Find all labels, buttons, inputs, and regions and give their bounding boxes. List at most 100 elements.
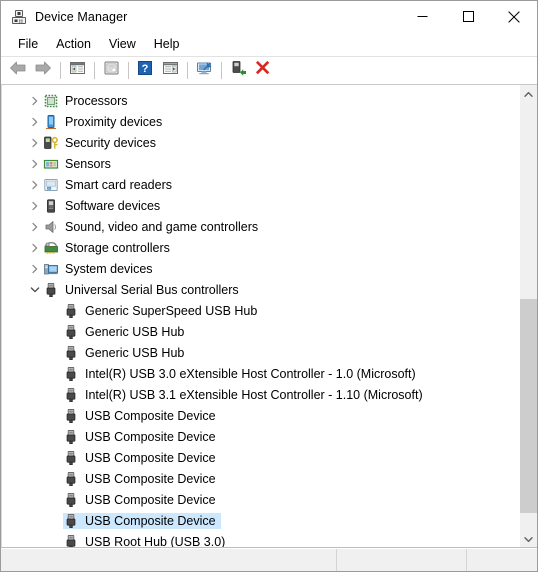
vertical-scrollbar[interactable] [519,85,537,547]
tree-row-label: Generic USB Hub [85,324,185,339]
back-button[interactable] [6,59,30,82]
tree-row-label: USB Composite Device [85,450,216,465]
chevron-right-icon[interactable] [27,174,43,195]
tree-row[interactable]: Intel(R) USB 3.1 eXtensible Host Control… [1,384,519,405]
tree-row[interactable]: Intel(R) USB 3.0 eXtensible Host Control… [1,363,519,384]
usb-icon [63,324,79,340]
tree-row-label: Sensors [65,156,111,171]
tree-row-content[interactable]: Smart card readers [43,177,177,193]
tree-row[interactable]: USB Composite Device [1,405,519,426]
scrollbar-thumb[interactable] [520,298,537,513]
tree-row-content[interactable]: USB Composite Device [63,512,221,529]
tree-row[interactable]: Sensors [1,153,519,174]
enable-device-icon [230,60,247,81]
maximize-button[interactable] [445,1,491,32]
tree-row-label: USB Composite Device [85,471,216,486]
tree-row[interactable]: Generic SuperSpeed USB Hub [1,300,519,321]
close-button[interactable] [491,1,537,32]
menu-action[interactable]: Action [47,35,100,54]
tree-row[interactable]: USB Composite Device [1,447,519,468]
tree-row[interactable]: Generic USB Hub [1,321,519,342]
tree-row-content[interactable]: Generic USB Hub [63,324,189,340]
tree-row-content[interactable]: Sensors [43,156,116,172]
usb-icon [63,408,79,424]
tree-row-label: USB Composite Device [85,513,216,528]
properties-button[interactable] [99,59,123,82]
scroll-up-button[interactable] [520,85,537,102]
tree-row-content[interactable]: Proximity devices [43,114,167,130]
scroll-down-button[interactable] [520,530,537,547]
toolbar-separator [128,62,129,79]
tree-row[interactable]: USB Composite Device [1,510,519,531]
chevron-right-icon[interactable] [27,111,43,132]
chevron-right-icon[interactable] [27,153,43,174]
menu-view[interactable]: View [100,35,145,54]
toolbar-separator [187,62,188,79]
tree-row-label: Software devices [65,198,161,213]
tree-row[interactable]: Sound, video and game controllers [1,216,519,237]
chevron-down-icon[interactable] [27,279,43,300]
tree-row-content[interactable]: Storage controllers [43,240,175,256]
toolbar-separator [221,62,222,79]
chevron-right-icon[interactable] [27,237,43,258]
tree-row-content[interactable]: Security devices [43,135,161,151]
uninstall-device-button[interactable] [251,59,275,82]
toolbar-separator [60,62,61,79]
tree-row-content[interactable]: Generic USB Hub [63,345,189,361]
tree-row-content[interactable]: USB Composite Device [63,408,221,424]
chevron-right-icon[interactable] [27,90,43,111]
tree-row-label: Proximity devices [65,114,163,129]
properties-icon [103,60,120,81]
tree-row-content[interactable]: System devices [43,261,158,277]
tree-row[interactable]: System devices [1,258,519,279]
device-tree[interactable]: Processors Proximity devices Security de… [1,85,519,547]
menu-bar: File Action View Help [1,32,537,57]
usb-icon [63,366,79,382]
tree-row-content[interactable]: Sound, video and game controllers [43,219,263,235]
processor-icon [43,93,59,109]
minimize-button[interactable] [399,1,445,32]
chevron-right-icon[interactable] [27,216,43,237]
tree-row-content[interactable]: Intel(R) USB 3.1 eXtensible Host Control… [63,387,428,403]
tree-row-content[interactable]: USB Composite Device [63,471,221,487]
help-question-icon: ? [137,60,153,81]
tree-row[interactable]: Smart card readers [1,174,519,195]
tree-row[interactable]: Security devices [1,132,519,153]
tree-row[interactable]: USB Root Hub (USB 3.0) [1,531,519,547]
chevron-right-icon[interactable] [27,258,43,279]
tree-row[interactable]: Generic USB Hub [1,342,519,363]
menu-help[interactable]: Help [145,35,189,54]
tree-row-content[interactable]: USB Composite Device [63,429,221,445]
window-title: Device Manager [35,9,128,24]
tree-row[interactable]: Universal Serial Bus controllers [1,279,519,300]
tree-row-content[interactable]: USB Composite Device [63,450,221,466]
chevron-right-icon[interactable] [27,195,43,216]
tree-row[interactable]: Software devices [1,195,519,216]
tree-row[interactable]: USB Composite Device [1,489,519,510]
tree-row[interactable]: Proximity devices [1,111,519,132]
show-hide-console-tree-button[interactable] [65,59,89,82]
red-x-icon [255,60,271,81]
scrollbar-track[interactable] [520,102,537,530]
storage-controller-icon [43,240,59,256]
tree-row-content[interactable]: USB Composite Device [63,492,221,508]
help-button[interactable]: ? [133,59,157,82]
chevron-right-icon[interactable] [27,132,43,153]
tree-row-content[interactable]: Processors [43,93,133,109]
update-driver-button[interactable] [158,59,182,82]
tree-row-label: USB Root Hub (USB 3.0) [85,534,226,548]
tree-row-content[interactable]: Universal Serial Bus controllers [43,282,244,298]
tree-row[interactable]: USB Composite Device [1,468,519,489]
scan-for-hardware-changes-button[interactable] [192,59,216,82]
enable-device-button[interactable] [226,59,250,82]
tree-row-content[interactable]: Generic SuperSpeed USB Hub [63,303,262,319]
tree-row[interactable]: Storage controllers [1,237,519,258]
tree-row-label: System devices [65,261,153,276]
tree-row-content[interactable]: Software devices [43,198,165,214]
forward-button[interactable] [31,59,55,82]
tree-row-content[interactable]: USB Root Hub (USB 3.0) [63,534,230,548]
tree-row[interactable]: Processors [1,90,519,111]
tree-row-content[interactable]: Intel(R) USB 3.0 eXtensible Host Control… [63,366,421,382]
tree-row[interactable]: USB Composite Device [1,426,519,447]
menu-file[interactable]: File [9,35,47,54]
